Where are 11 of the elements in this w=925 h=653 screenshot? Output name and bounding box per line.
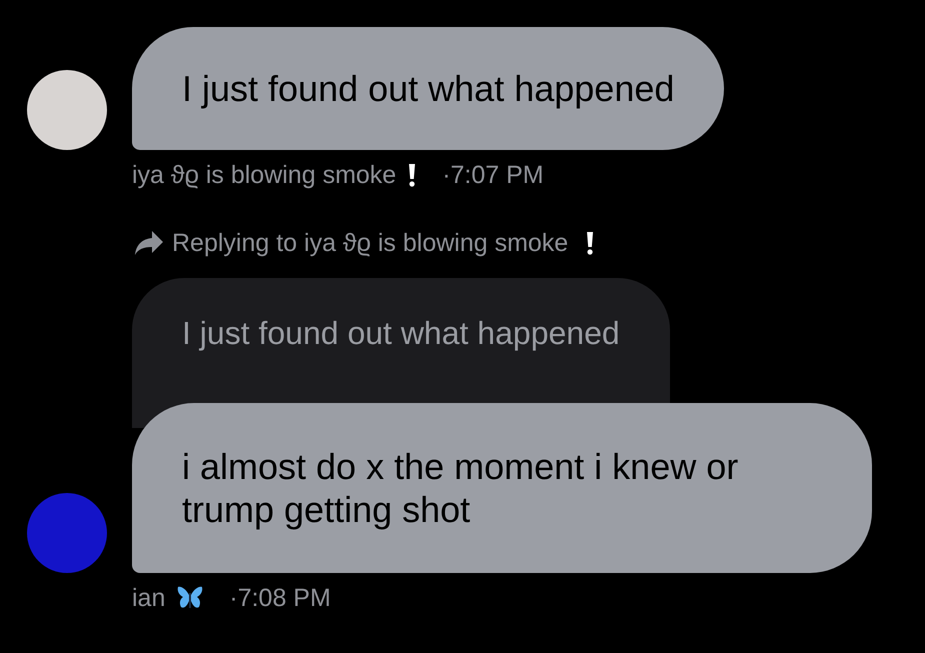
message-bubble: i almost do x the moment i knew or trump getting shot [132,403,872,573]
timestamp: ·7:07 PM [442,160,544,190]
reply-arrow-icon [134,230,164,256]
author-name: iya ϑϱ is blowing smoke [132,160,396,190]
author-name: ian [132,583,166,613]
exclamation-icon [408,163,416,187]
message-bubble: I just found out what happened [132,27,724,150]
exclamation-icon [586,231,594,255]
reply-label: Replying to iya ϑϱ is blowing smoke [172,228,568,258]
butterfly-icon [177,586,204,610]
timestamp: ·7:08 PM [229,583,331,613]
